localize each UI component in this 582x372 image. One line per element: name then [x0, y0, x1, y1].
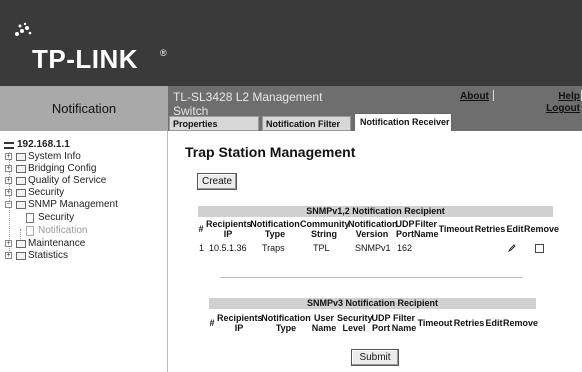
column-header: UDP Port — [371, 313, 391, 333]
column-header: Edit — [485, 318, 503, 328]
folder-icon — [16, 252, 26, 260]
plus-box-icon[interactable]: + — [5, 165, 12, 172]
cell-number: 1 — [199, 243, 205, 253]
cell-udp-port: 162 — [397, 243, 413, 253]
column-header: Retries — [474, 224, 506, 234]
navigation-tree: 192.168.1.1 + System Info + Bridging Con… — [0, 131, 168, 372]
create-button[interactable]: Create — [197, 173, 237, 190]
column-header: Notification Type — [250, 219, 300, 239]
sidebar-item-label: SNMP Management — [28, 199, 118, 210]
sidebar-item-label: Statistics — [28, 250, 69, 261]
column-header: Timeout — [417, 318, 453, 328]
column-header: User Name — [311, 313, 337, 333]
tab-notification-filter[interactable]: Notification Filter — [262, 116, 351, 131]
sidebar-item-label: Security — [28, 187, 65, 198]
column-header: Remove — [503, 318, 539, 328]
sidebar-item-label: Bridging Config — [28, 163, 97, 174]
tree-root-label: 192.168.1.1 — [17, 139, 70, 150]
remove-checkbox[interactable] — [535, 244, 544, 253]
page-title: Trap Station Management — [185, 144, 356, 160]
pencil-icon[interactable] — [508, 244, 516, 252]
table-caption: SNMPv1,2 Notification Recipient — [198, 206, 553, 217]
tp-link-logo: TP-LINK — [32, 44, 139, 74]
sidebar-item-label: Security — [38, 212, 75, 223]
column-header: Retries — [453, 318, 485, 328]
plus-box-icon[interactable]: + — [5, 189, 12, 196]
column-header: Security Level — [337, 313, 373, 333]
about-link[interactable]: About — [460, 91, 489, 102]
cell-notification-type: Traps — [262, 243, 285, 253]
section-title: Notification — [51, 101, 117, 116]
plus-box-icon[interactable]: + — [5, 153, 12, 160]
table-caption: SNMPv3 Notification Recipient — [209, 298, 536, 309]
device-name: TL-SL3428 L2 Management Switch — [173, 90, 323, 118]
column-header: Edit — [506, 224, 524, 234]
column-header: Notification Type — [261, 313, 311, 333]
folder-open-icon — [16, 201, 26, 209]
page-icon — [26, 213, 34, 223]
plus-box-icon[interactable]: + — [5, 252, 12, 259]
column-header: Notification Version — [348, 219, 398, 239]
folder-icon — [16, 165, 26, 173]
column-header: # — [198, 224, 204, 234]
folder-icon — [16, 189, 26, 197]
column-header: Filter Name — [414, 219, 439, 239]
column-header: # — [209, 318, 215, 328]
tab-properties[interactable]: Properties — [169, 116, 259, 131]
sidebar-item-label: System Info — [28, 151, 81, 162]
logo-registered-mark: ® — [160, 48, 167, 58]
cell-recipient-ip: 10.5.1.36 — [209, 243, 247, 253]
section-header: Notification — [0, 86, 168, 131]
divider — [493, 90, 494, 101]
plus-box-icon[interactable]: + — [5, 240, 12, 247]
submit-button[interactable]: Submit — [351, 349, 399, 366]
sidebar-item-label: Quality of Service — [28, 175, 107, 186]
plus-box-icon[interactable]: + — [5, 177, 12, 184]
minus-box-icon[interactable]: − — [5, 201, 12, 208]
switch-icon — [4, 142, 14, 149]
column-header: UDP Port — [395, 219, 415, 239]
cell-community-string: TPL — [313, 243, 330, 253]
folder-icon — [16, 177, 26, 185]
sidebar-item-label: Maintenance — [28, 238, 86, 249]
column-header: Community String — [300, 219, 350, 239]
logo-dots-icon — [15, 22, 32, 36]
cell-notification-version: SNMPv1 — [355, 243, 391, 253]
main-content: Trap Station Management Create SNMPv1,2 … — [169, 131, 582, 372]
column-header: Recipients IP — [206, 219, 252, 239]
column-header: Recipients IP — [217, 313, 263, 333]
column-header: Filter Name — [391, 313, 417, 333]
folder-icon — [16, 240, 26, 248]
tab-notification-receiver[interactable]: Notification Receiver — [354, 113, 452, 131]
column-header: Remove — [524, 224, 560, 234]
top-banner: TP-LINK ® — [0, 0, 582, 86]
divider — [220, 277, 522, 278]
help-link[interactable]: Help — [558, 91, 580, 102]
folder-icon — [16, 153, 26, 161]
page-icon — [26, 226, 34, 236]
sidebar-item-label: Notification — [38, 225, 88, 236]
column-header: Timeout — [438, 224, 474, 234]
logout-link[interactable]: Logout — [546, 103, 580, 114]
